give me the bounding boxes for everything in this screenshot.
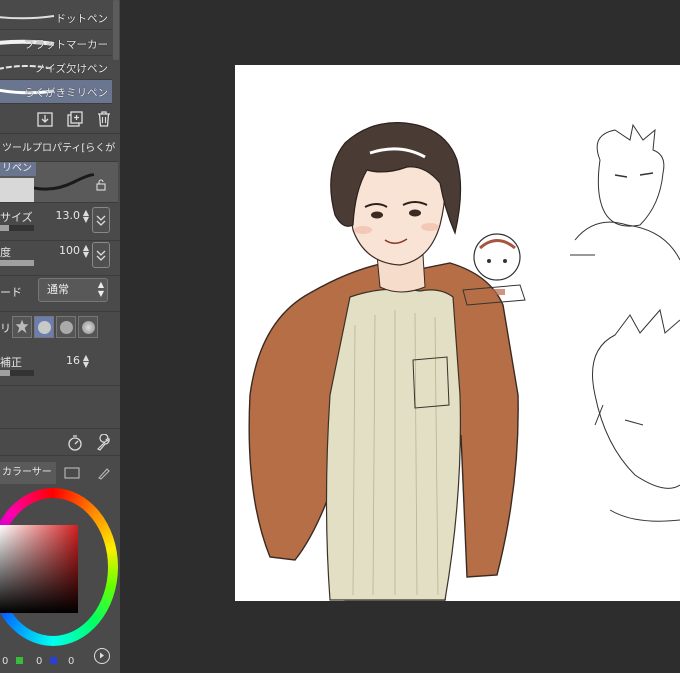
brush-size-slider-fill [0, 225, 9, 231]
chevron-updown-icon: ▲ ▼ [97, 280, 104, 298]
blue-swatch [50, 657, 57, 664]
download-icon[interactable] [36, 110, 54, 128]
opacity-pin-button[interactable] [92, 242, 110, 268]
duplicate-icon[interactable] [66, 110, 84, 128]
round-tip-icon [38, 321, 51, 334]
left-panel: ドットペン フラットマーカー ノイズ欠けペン らくがきミリペン ツールプロパティ… [0, 0, 120, 673]
sub-tool-item[interactable]: ノイズ欠けペン [0, 56, 112, 80]
tool-property-header: ツールプロパティ[らくが [2, 143, 116, 154]
blend-mode-label: ード [0, 286, 22, 299]
blend-mode-select[interactable]: 通常 ▲ ▼ [38, 278, 108, 302]
pin-icon [96, 215, 106, 226]
sub-tool-label: ノイズ欠けペン [34, 63, 108, 75]
sub-tool-label: らくがきミリペン [24, 87, 108, 99]
brush-preview-stroke [34, 173, 94, 191]
opacity-row: 度 100 ▲ ▼ [0, 240, 120, 276]
color-wheel-tab[interactable]: カラーサー [0, 462, 56, 484]
stabilization-row: 補正 16 ▲ ▼ [0, 350, 120, 386]
canvas-artwork [248, 122, 680, 601]
wrench-icon[interactable] [95, 434, 113, 452]
brush-tip-label: リ [0, 322, 11, 335]
red-value: 0 [2, 656, 9, 667]
brush-size-row: サイズ 13.0 ▲ ▼ [0, 205, 120, 241]
opacity-stepper[interactable]: ▲ ▼ [82, 244, 90, 260]
brush-preview: リペン [0, 161, 118, 203]
opacity-label: 度 [0, 246, 11, 259]
drawing-canvas[interactable] [235, 65, 680, 601]
opacity-slider[interactable] [0, 260, 34, 266]
play-button[interactable] [94, 648, 110, 664]
pin-icon [96, 250, 106, 261]
stabilization-slider[interactable] [0, 370, 34, 376]
character-illustration [248, 122, 519, 601]
hard-tip-icon [82, 321, 95, 334]
character-sketch-2 [592, 308, 680, 522]
color-wheel-area: 0 0 0 [0, 484, 120, 673]
stabilization-stepper[interactable]: ▲ ▼ [82, 354, 90, 370]
lock-icon[interactable] [95, 179, 107, 191]
sub-tool-toolbar [0, 104, 120, 134]
brush-preview-sample [0, 178, 34, 202]
blue-value: 0 [68, 656, 75, 667]
sub-tool-label: フラットマーカー [24, 39, 108, 51]
stabilization-slider-fill [0, 370, 11, 376]
sub-tool-scrollbar[interactable] [113, 0, 119, 60]
stabilization-label: 補正 [0, 356, 22, 369]
tool-property-footer [0, 428, 120, 456]
sub-tool-item[interactable]: フラットマーカー [0, 32, 112, 56]
brush-tip-row: リ [0, 312, 120, 342]
green-value: 0 [36, 656, 43, 667]
timer-icon[interactable] [66, 434, 84, 452]
brush-size-pin-button[interactable] [92, 207, 110, 233]
green-swatch [16, 657, 23, 664]
texture-icon [15, 319, 29, 334]
character-sketch-1 [570, 123, 680, 261]
blend-mode-row: ード 通常 ▲ ▼ [0, 276, 120, 312]
opacity-slider-fill [0, 260, 34, 266]
sub-tool-label: ドットペン [55, 13, 109, 25]
tip-hard-button[interactable] [78, 316, 98, 338]
opacity-value: 100 [59, 244, 80, 257]
brush-stroke-preview [0, 15, 55, 20]
pencil-icon[interactable] [96, 466, 112, 480]
trash-icon[interactable] [95, 110, 113, 128]
sub-tool-item[interactable]: ドットペン [0, 6, 112, 30]
brush-size-label: サイズ [0, 211, 33, 224]
sub-tool-item-selected[interactable]: らくがきミリペン [0, 80, 112, 104]
brush-preview-tag: リペン [0, 162, 36, 176]
color-set-tab-icon[interactable] [64, 466, 80, 480]
app-window: ドットペン フラットマーカー ノイズ欠けペン らくがきミリペン ツールプロパティ… [0, 0, 680, 673]
play-icon [100, 652, 104, 659]
stabilization-value: 16 [66, 354, 80, 367]
soft-tip-icon [60, 321, 73, 334]
tip-soft-button[interactable] [56, 316, 76, 338]
blend-mode-value: 通常 [47, 283, 69, 296]
tip-texture-button[interactable] [12, 316, 32, 338]
color-panel-header: カラーサー [0, 462, 120, 484]
brush-size-value: 13.0 [55, 209, 81, 222]
brush-size-slider[interactable] [0, 225, 34, 231]
brush-size-stepper[interactable]: ▲ ▼ [82, 209, 90, 225]
tip-round-button[interactable] [34, 316, 54, 338]
saturation-value-square[interactable] [0, 525, 78, 613]
